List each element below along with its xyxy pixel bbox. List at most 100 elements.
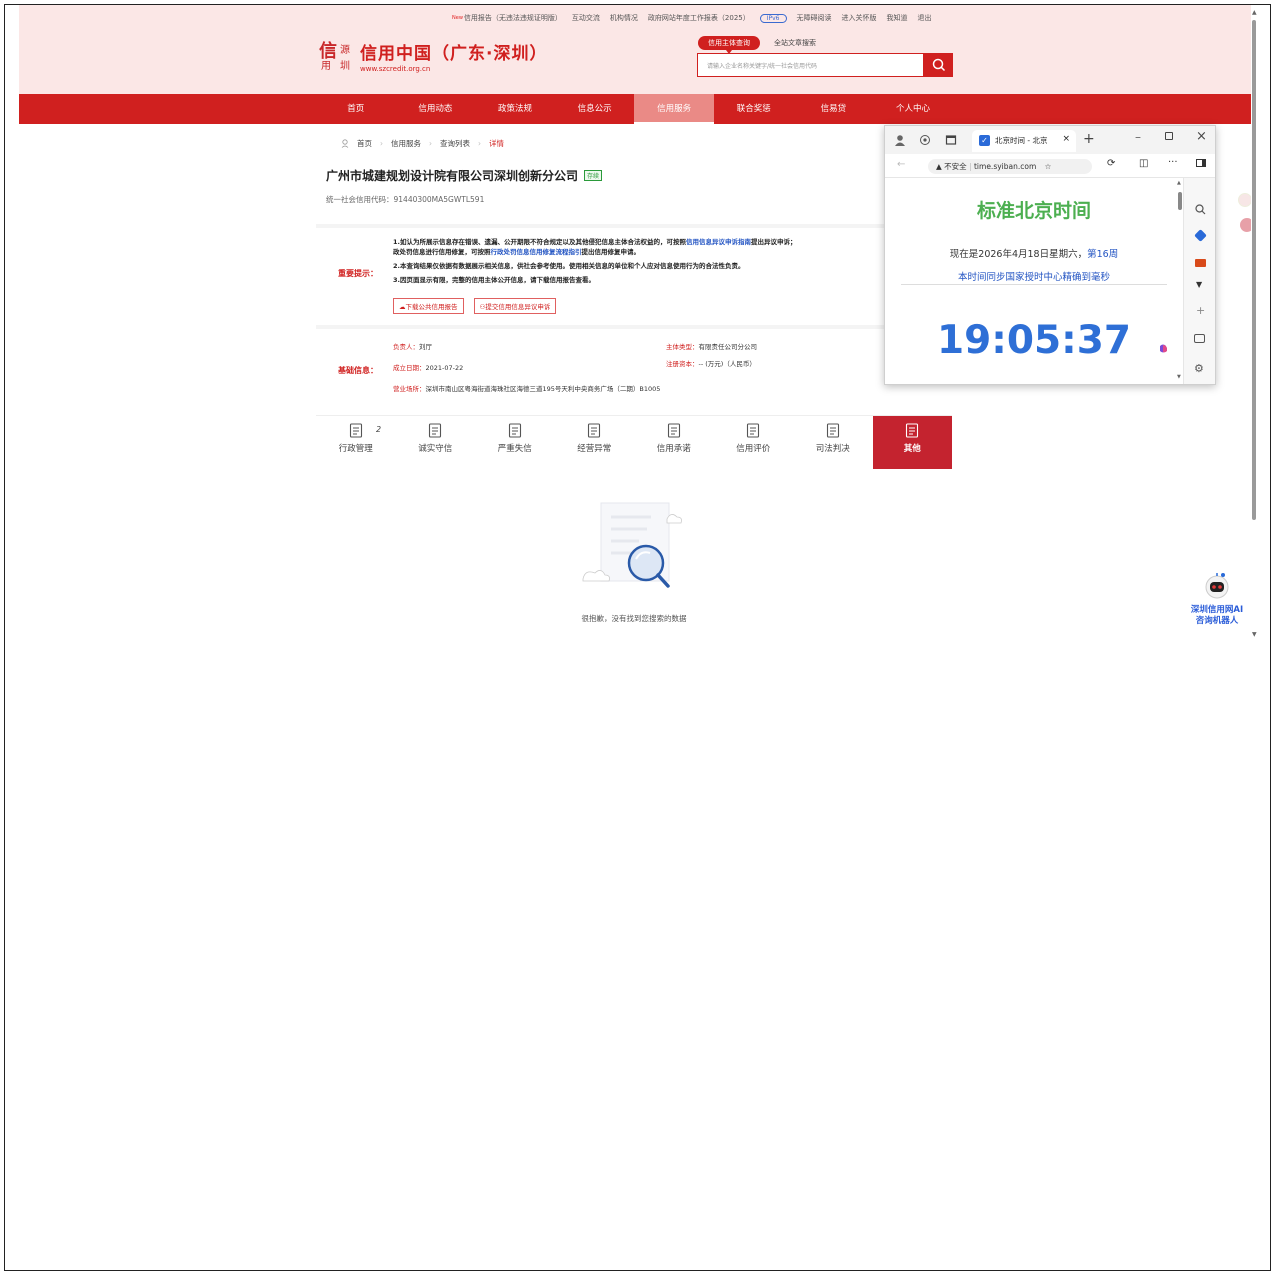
warning-icon: ▲ — [936, 162, 942, 171]
search-input[interactable]: 请输入企业名称关键字/统一社会信用代码 — [697, 53, 924, 77]
more-icon[interactable]: ··· — [1168, 157, 1178, 168]
evaluation-icon — [747, 423, 760, 438]
breadcrumb-current: 详情 — [489, 139, 504, 148]
logo-url: www.szcredit.org.cn — [360, 65, 431, 73]
close-tab-icon[interactable]: × — [1062, 134, 1070, 144]
judgment-icon — [826, 423, 839, 438]
breadcrumb-service[interactable]: 信用服务 — [391, 138, 421, 149]
add-icon[interactable]: + — [1196, 304, 1205, 317]
site-favicon-icon: ✓ — [979, 135, 990, 146]
info-tab[interactable]: 严重失信 — [475, 416, 555, 469]
logo-seal-icon: 信 源 用 圳 — [319, 41, 350, 72]
submit-objection-button[interactable]: ⚇提交信用信息异议申诉 — [473, 298, 557, 314]
sync-text: 本时间同步国家授时中心精确到毫秒 — [957, 272, 1110, 283]
breadcrumb-list[interactable]: 查询列表 — [440, 138, 470, 149]
link-exit[interactable]: 退出 — [918, 13, 932, 23]
link-credit-report[interactable]: 信用报告（无违法违规证明版） — [464, 13, 562, 23]
no-data-illustration-icon — [582, 502, 682, 588]
link-gov-report[interactable]: 政府网站年度工作报表（2025） — [648, 13, 750, 23]
info-tab-label: 诚实守信 — [418, 444, 453, 454]
search-tabs: 信用主体查询 全站文章搜索 — [698, 36, 816, 54]
download-report-button[interactable]: ☁下载公共信用报告 — [393, 298, 464, 314]
info-address: 营业场所：深圳市南山区粤海街道海珠社区海德三道195号天利中央商务广场（二期）B… — [393, 385, 661, 393]
link-org[interactable]: 机构情况 — [610, 13, 638, 23]
favorite-star-icon[interactable]: ☆ — [1045, 162, 1052, 171]
breadcrumb-separator: › — [429, 139, 432, 148]
info-tabs: 行政管理 2 诚实守信 严重失信 经营异常 信用承诺 信用评价 司法判决 其他 — [316, 415, 952, 469]
minimize-icon[interactable]: – — [1135, 130, 1141, 144]
back-icon[interactable]: ← — [897, 159, 905, 170]
popup-tab-title: 北京时间 - 北京 — [995, 136, 1048, 145]
sidebar-toggle-icon[interactable] — [1196, 159, 1206, 167]
url-text: time.syiban.com — [973, 162, 1037, 171]
breadcrumb-home[interactable]: 首页 — [357, 138, 372, 149]
nav-item[interactable]: 首页 — [316, 94, 396, 124]
time-display: 19:05:37 — [936, 318, 1131, 363]
search-tab-articles[interactable]: 全站文章搜索 — [774, 38, 816, 48]
link-login[interactable]: 我知道 — [887, 13, 908, 23]
week-link[interactable]: 第16周 — [1087, 249, 1118, 260]
link-objection-guide[interactable]: 信用信息异议申诉指南 — [686, 238, 751, 246]
breadcrumb-separator: › — [380, 139, 383, 148]
search-icon[interactable] — [1195, 204, 1206, 215]
nav-item[interactable]: 信用服务 — [634, 94, 714, 124]
new-tab-icon[interactable]: + — [1083, 131, 1095, 147]
split-screen-icon[interactable]: ◫ — [1139, 158, 1148, 169]
nav-item[interactable]: 联合奖惩 — [714, 94, 794, 124]
nav-item[interactable]: 政策法规 — [475, 94, 555, 124]
info-tab[interactable]: 行政管理 2 — [316, 416, 396, 469]
link-repair-guide[interactable]: 行政处罚信息信用修复流程指引 — [491, 248, 582, 256]
popup-tab-bar: ✓ 北京时间 - 北京 × + – × — [885, 126, 1215, 154]
info-type: 主体类型：有限责任公司分公司 — [666, 343, 757, 351]
toolbox-icon[interactable] — [1195, 259, 1206, 267]
location-icon — [341, 139, 349, 148]
info-tab-label: 行政管理 — [338, 444, 373, 454]
info-tab[interactable]: 司法判决 — [793, 416, 873, 469]
breadcrumb-separator: › — [478, 139, 481, 148]
info-tab[interactable]: 诚实守信 — [396, 416, 476, 469]
popup-tab[interactable]: ✓ 北京时间 - 北京 × — [972, 130, 1076, 152]
ai-robot-widget[interactable]: 深圳信用网AI 咨询机器人 — [1185, 572, 1249, 628]
profile-icon[interactable] — [894, 134, 906, 146]
tab-actions-icon[interactable] — [945, 134, 957, 146]
info-tab[interactable]: 信用承诺 — [634, 416, 714, 469]
empty-message: 很抱歉，没有找到您搜索的数据 — [581, 614, 687, 623]
info-tab[interactable]: 其他 — [872, 416, 952, 469]
search-button[interactable] — [924, 53, 953, 77]
nav-item[interactable]: 信息公示 — [555, 94, 635, 124]
info-capital: 注册资本：-- (万元)（人民币） — [666, 360, 756, 368]
browser-viewport: New 信用报告（无违法违规证明版） 互动交流 机构情况 政府网站年度工作报表（… — [19, 5, 1251, 642]
nav-item[interactable]: 个人中心 — [873, 94, 953, 124]
admin-doc-icon — [349, 423, 362, 438]
screenshot-icon[interactable] — [1194, 334, 1205, 343]
close-window-icon[interactable]: × — [1196, 129, 1207, 144]
top-links: New 信用报告（无违法违规证明版） 互动交流 机构情况 政府网站年度工作报表（… — [452, 13, 932, 23]
nav-item[interactable]: 信易贷 — [794, 94, 874, 124]
popup-browser-window[interactable]: ✓ 北京时间 - 北京 × + – × ← ▲ 不安全 | time.syiba… — [884, 125, 1216, 385]
info-leader: 负责人：刘厅 — [393, 343, 432, 351]
divider — [901, 284, 1167, 285]
maximize-icon[interactable] — [1165, 132, 1173, 140]
nav-item[interactable]: 信用动态 — [396, 94, 476, 124]
tag-icon[interactable] — [1194, 229, 1207, 242]
link-barrier-free[interactable]: 无障碍阅读 — [797, 13, 832, 23]
info-tab[interactable]: 信用评价 — [714, 416, 794, 469]
page-scrollbar-thumb[interactable] — [1252, 20, 1256, 520]
settings-icon[interactable]: ⚙ — [1194, 362, 1204, 375]
workspaces-icon[interactable] — [919, 134, 931, 146]
empty-state: 很抱歉，没有找到您搜索的数据 — [316, 475, 952, 642]
company-title: 广州市城建规划设计院有限公司深圳创新分公司 存续 — [326, 167, 603, 184]
honesty-icon — [429, 423, 442, 438]
info-tab[interactable]: 经营异常 — [555, 416, 635, 469]
dishonest-icon — [508, 423, 521, 438]
info-date: 成立日期：2021-07-22 — [393, 364, 464, 372]
extension-icon[interactable]: ⟳ — [1107, 158, 1115, 169]
breadcrumb: 首页 › 信用服务 › 查询列表 › 详情 — [341, 138, 504, 149]
address-input[interactable]: ▲ 不安全 | time.syiban.com ☆ — [928, 159, 1092, 174]
search-tab-subject[interactable]: 信用主体查询 — [698, 36, 760, 54]
dropdown-icon[interactable]: ▼ — [1196, 280, 1202, 289]
link-interact[interactable]: 互动交流 — [572, 13, 600, 23]
link-elder-mode[interactable]: 进入关怀版 — [842, 13, 877, 23]
site-logo[interactable]: 信 源 用 圳 信用中国（广东·深圳） www.szcredit.org.cn — [319, 37, 547, 75]
copilot-icon[interactable] — [1157, 342, 1170, 355]
